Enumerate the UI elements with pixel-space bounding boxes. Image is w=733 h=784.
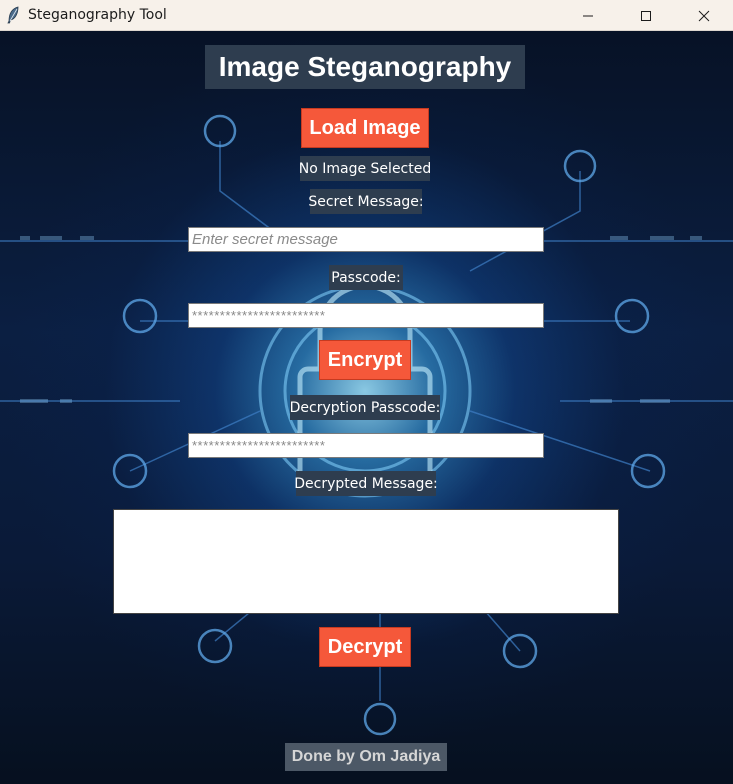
passcode-input[interactable] — [188, 303, 544, 328]
load-image-button[interactable]: Load Image — [301, 108, 429, 148]
maximize-icon — [641, 10, 651, 21]
minimize-button[interactable] — [559, 0, 617, 31]
encrypt-button[interactable]: Encrypt — [319, 340, 411, 380]
close-icon — [698, 10, 710, 21]
decrypted-message-label: Decrypted Message: — [294, 471, 438, 496]
secret-message-label: Secret Message: — [308, 189, 424, 214]
window-title: Steganography Tool — [28, 7, 167, 23]
feather-icon — [7, 6, 19, 24]
decryption-passcode-input[interactable] — [188, 433, 544, 458]
decrypted-message-output[interactable] — [113, 509, 619, 614]
page-title: Image Steganography — [205, 45, 525, 89]
app-window: Steganography Tool Image Steganography L… — [0, 0, 733, 784]
maximize-button[interactable] — [617, 0, 675, 31]
image-status-label: No Image Selected — [299, 156, 431, 181]
minimize-icon — [583, 15, 593, 16]
title-bar: Steganography Tool — [0, 0, 733, 31]
close-button[interactable] — [675, 0, 733, 31]
secret-message-input[interactable] — [188, 227, 544, 252]
decryption-passcode-label: Decryption Passcode: — [290, 395, 440, 420]
decrypt-button[interactable]: Decrypt — [319, 627, 411, 667]
passcode-label: Passcode: — [329, 265, 403, 290]
footer-credit: Done by Om Jadiya — [285, 743, 447, 771]
